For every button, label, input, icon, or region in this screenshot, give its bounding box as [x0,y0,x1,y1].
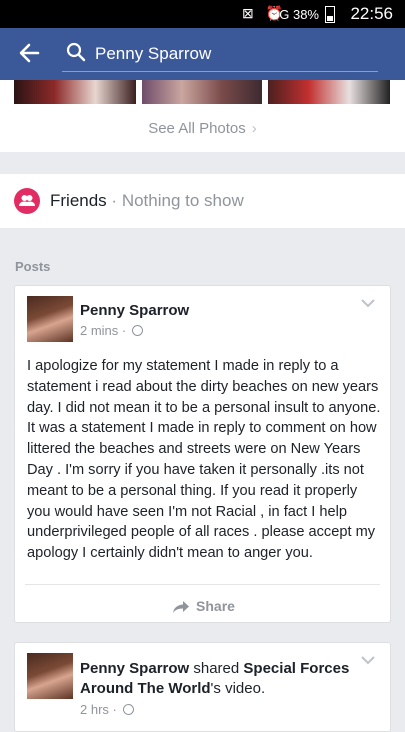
post-time[interactable]: 2 hrs [80,702,109,717]
network-and-battery: 3G 38% [272,7,319,22]
friends-section[interactable]: Friends · Nothing to show [0,174,405,228]
photo-thumbnail[interactable] [14,80,136,104]
search-icon [66,42,88,64]
post-action-suffix: 's video. [210,680,266,697]
chevron-down-icon[interactable] [360,653,376,665]
search-query[interactable]: Penny Sparrow [95,44,211,64]
clock: 22:56 [350,4,393,23]
divider [25,584,380,585]
globe-icon [131,325,143,336]
post-card: Penny Sparrow 2 mins · I apologize for m… [14,285,391,623]
photos-section: See All Photos › [0,80,405,152]
see-all-photos-label: See All Photos [148,120,246,137]
friends-icon [14,188,40,214]
status-bar: ⊠ ⏰ 3G 38% 22:56 [0,0,405,28]
post-card: Penny Sparrow shared Special Forces Arou… [14,642,391,732]
share-icon [172,600,190,617]
post-meta: 2 mins · [80,323,143,338]
photo-thumbnail[interactable] [142,80,262,104]
post-author[interactable]: Penny Sparrow [80,660,189,677]
meta-separator: · [121,323,127,338]
photo-thumbnail[interactable] [268,80,390,104]
avatar[interactable] [27,653,73,699]
friends-separator: · [111,191,118,210]
search-field[interactable]: Penny Sparrow [62,36,378,72]
network-type: 3G [272,7,290,22]
post-action: shared [193,660,240,677]
chevron-down-icon[interactable] [360,296,376,308]
share-button[interactable]: Share [15,598,392,617]
globe-icon [122,704,134,715]
back-arrow-icon[interactable] [16,40,44,68]
posts-header: Posts [15,259,51,274]
share-label: Share [196,598,235,614]
top-bar: Penny Sparrow [0,28,405,80]
chevron-right-icon: › [251,120,257,137]
battery-icon [325,6,335,23]
friends-empty-text: Nothing to show [121,191,244,210]
battery-percent: 38% [292,7,319,22]
meta-separator: · [112,702,117,717]
friends-label: Friends · Nothing to show [50,191,244,211]
post-meta: 2 hrs · [80,702,134,717]
avatar[interactable] [27,296,73,342]
friends-title: Friends [50,191,107,210]
see-all-photos-link[interactable]: See All Photos › [0,120,405,137]
post-body: I apologize for my statement I made in r… [27,358,381,562]
post-header-line: Penny Sparrow shared Special Forces Arou… [80,659,360,699]
post-author[interactable]: Penny Sparrow [80,302,189,319]
post-time[interactable]: 2 mins [80,323,118,338]
